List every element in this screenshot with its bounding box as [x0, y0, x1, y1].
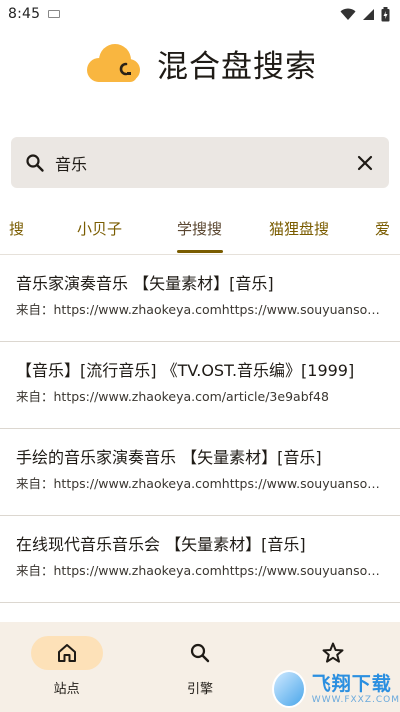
nav-pill: [30, 636, 103, 670]
search-icon: [26, 153, 44, 172]
tab-xiaobeizi[interactable]: 小贝子: [77, 205, 122, 253]
results-list: 音乐家演奏音乐 【矢量素材】[音乐] 来自：https://www.zhaoke…: [0, 255, 400, 603]
watermark-logo-icon: [272, 670, 306, 708]
result-source: 来自：https://www.zhaokeya.com/article/3e9a…: [16, 389, 329, 404]
result-title: 手绘的音乐家演奏音乐 【矢量素材】[音乐]: [16, 448, 322, 467]
star-icon: [322, 642, 344, 663]
status-icons: [340, 6, 390, 22]
home-icon: [57, 644, 76, 662]
app-title: 混合盘搜索: [157, 48, 317, 85]
tab-maolipansou[interactable]: 猫狸盘搜: [269, 205, 329, 253]
list-item[interactable]: 在线现代音乐音乐会 【矢量素材】[音乐] 来自：https://www.zhao…: [0, 516, 400, 603]
watermark-main: 飞翔下载: [311, 673, 392, 695]
nav-pill: [164, 636, 236, 670]
list-item[interactable]: 音乐家演奏音乐 【矢量素材】[音乐] 来自：https://www.zhaoke…: [0, 255, 400, 342]
search-bar[interactable]: [11, 137, 389, 188]
status-time: 8:45: [8, 6, 41, 22]
nav-label: 站点: [53, 682, 80, 697]
cloud-logo-icon: [87, 44, 140, 82]
watermark: 飞翔下载 WWW.FXXZ.COM: [272, 666, 400, 712]
result-source: 来自：https://www.zhaokeya.comhttps://www.s…: [16, 563, 384, 578]
search-input[interactable]: [55, 153, 355, 172]
signal-icon: [363, 8, 374, 20]
result-title: 【音乐】[流行音乐] 《TV.OST.音乐编》[1999]: [16, 361, 355, 380]
status-bar: 8:45: [0, 0, 400, 28]
search-icon: [190, 643, 210, 663]
nav-item-engines[interactable]: 引擎: [133, 622, 266, 712]
battery-icon: [381, 6, 390, 21]
tab-xuesousou[interactable]: 学搜搜: [177, 205, 222, 253]
nav-label: 引擎: [186, 682, 213, 697]
keyboard-icon: [48, 10, 61, 18]
result-title: 在线现代音乐音乐会 【矢量素材】[音乐]: [16, 535, 306, 554]
watermark-sub: WWW.FXXZ.COM: [311, 695, 400, 705]
tab-ai[interactable]: 爱: [375, 205, 390, 253]
result-title: 音乐家演奏音乐 【矢量素材】[音乐]: [16, 274, 274, 293]
result-source: 来自：https://www.zhaokeya.comhttps://www.s…: [16, 476, 384, 491]
tab-indicator: [177, 250, 223, 253]
list-item[interactable]: 【音乐】[流行音乐] 《TV.OST.音乐编》[1999] 来自：https:/…: [0, 342, 400, 429]
nav-item-sites[interactable]: 站点: [0, 622, 133, 712]
nav-pill: [297, 636, 369, 670]
list-item[interactable]: 手绘的音乐家演奏音乐 【矢量素材】[音乐] 来自：https://www.zha…: [0, 429, 400, 516]
tab-sou[interactable]: 搜: [9, 205, 24, 253]
app-header: 混合盘搜索: [0, 28, 400, 98]
result-source: 来自：https://www.zhaokeya.comhttps://www.s…: [16, 302, 384, 317]
close-icon[interactable]: [355, 153, 375, 173]
wifi-icon: [340, 8, 356, 20]
watermark-text: 飞翔下载 WWW.FXXZ.COM: [312, 673, 400, 705]
engine-tabs: 搜 小贝子 学搜搜 猫狸盘搜 爱: [0, 205, 400, 255]
